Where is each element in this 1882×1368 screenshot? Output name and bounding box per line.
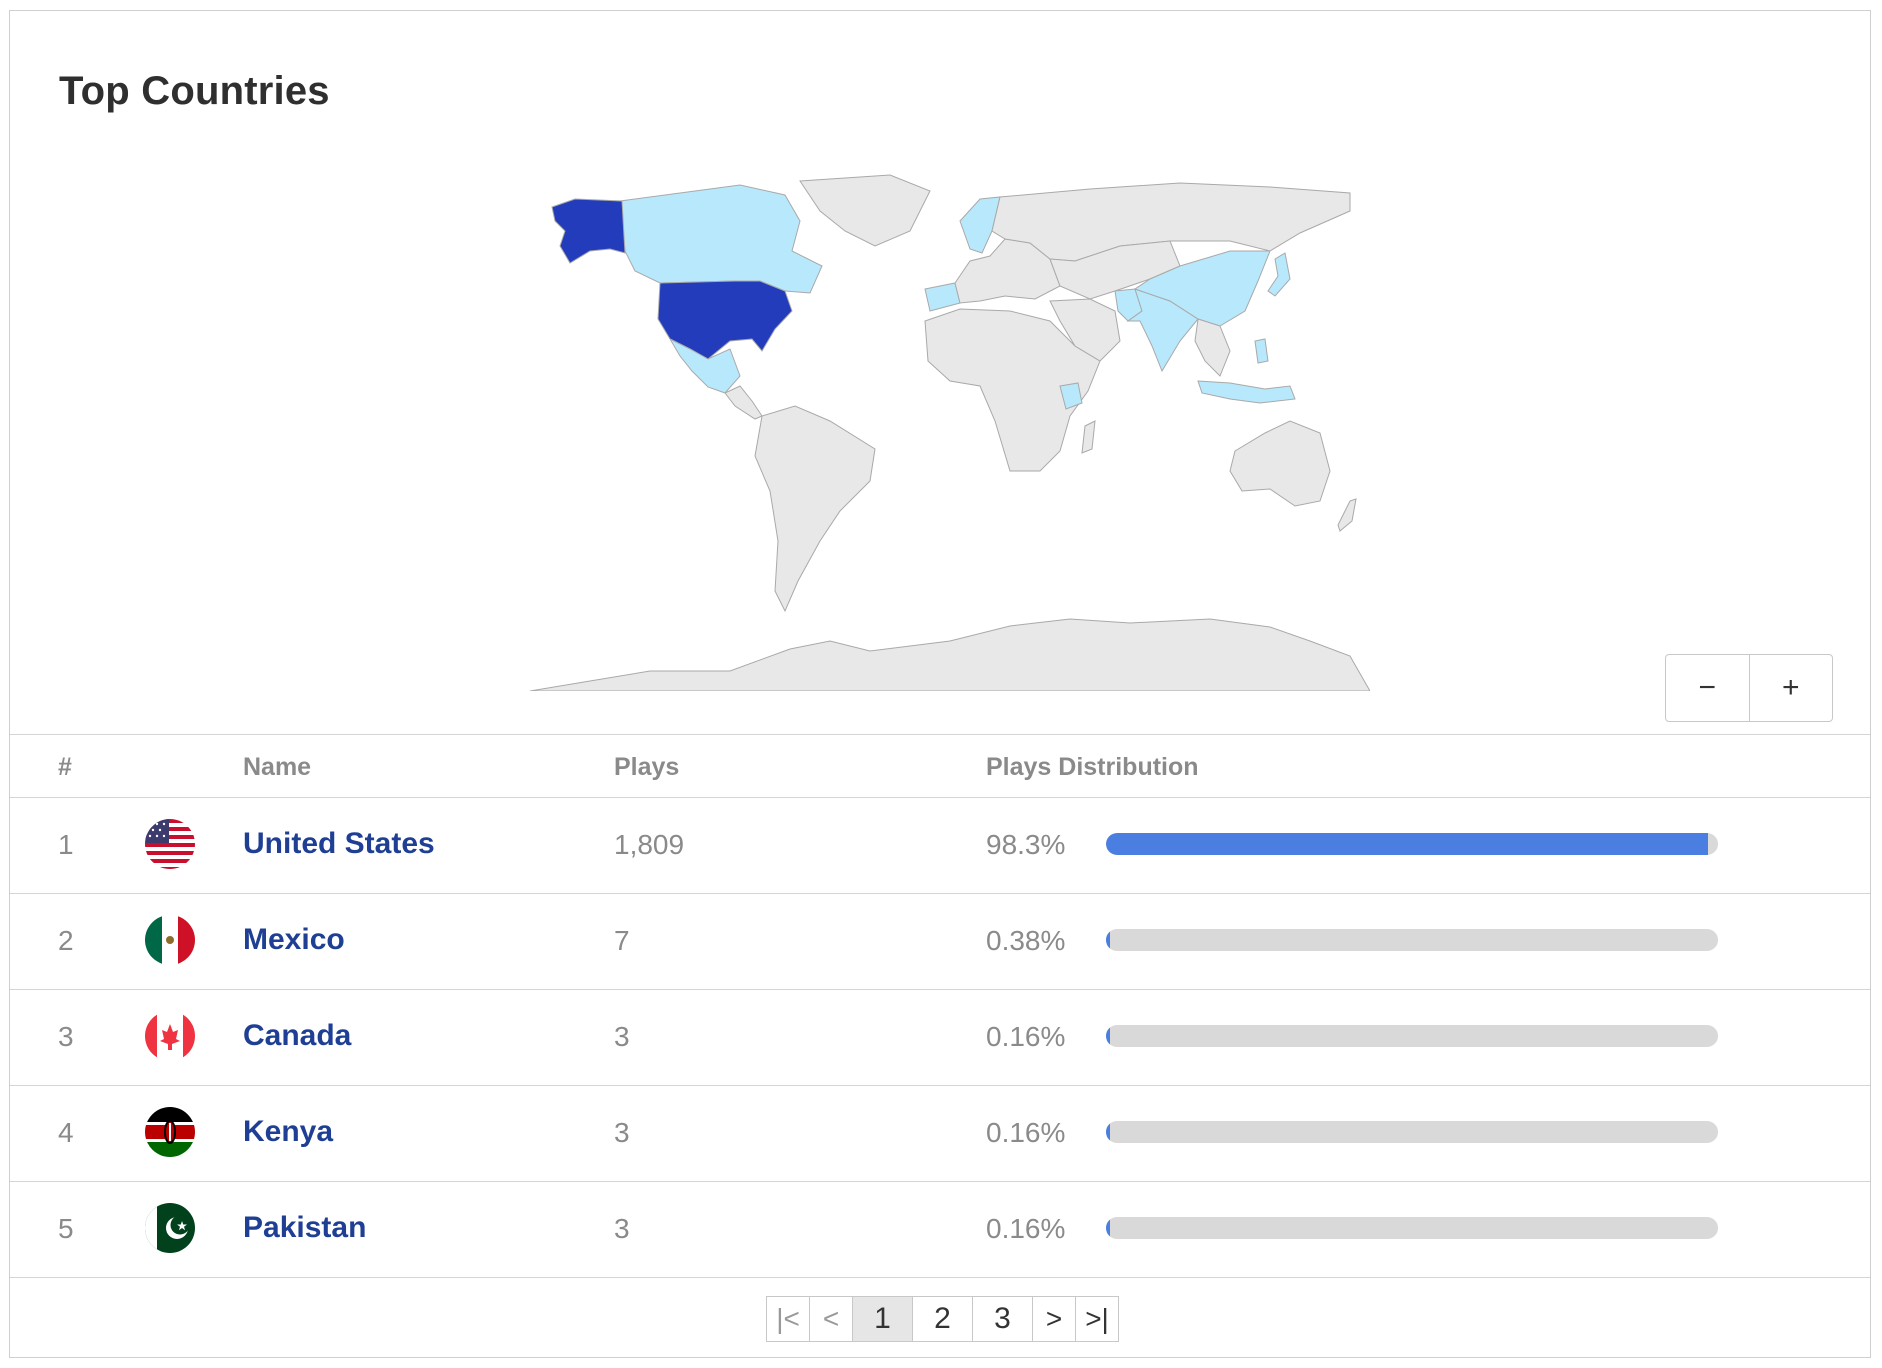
- distribution-bar: [1106, 1217, 1718, 1239]
- card-title: Top Countries: [59, 69, 330, 113]
- map-iberia[interactable]: [924, 282, 961, 312]
- table-row: 4 Kenya 3 0.16%: [10, 1086, 1870, 1182]
- row-rank: 2: [58, 925, 74, 956]
- mexico-flag-icon: [145, 915, 195, 965]
- country-link-kenya[interactable]: Kenya: [243, 1115, 333, 1149]
- distribution-bar: [1106, 833, 1718, 855]
- country-link-canada[interactable]: Canada: [243, 1019, 351, 1053]
- distribution-bar-fill: [1106, 833, 1708, 855]
- page-button-1[interactable]: 1: [853, 1297, 913, 1341]
- row-percent: 98.3%: [986, 829, 1066, 860]
- map-japan[interactable]: [1267, 252, 1291, 297]
- row-rank: 4: [58, 1117, 74, 1148]
- map-madagascar[interactable]: [1081, 420, 1096, 454]
- table-row: 5 Pakistan 3 0.16%: [10, 1182, 1870, 1278]
- table-row: 1 United States 1,809 98.3%: [10, 798, 1870, 894]
- pakistan-flag-icon: [145, 1203, 195, 1253]
- row-percent: 0.16%: [986, 1117, 1066, 1148]
- page-button-2[interactable]: 2: [913, 1297, 973, 1341]
- country-link-united-states[interactable]: United States: [243, 827, 435, 861]
- prev-page-icon[interactable]: <: [810, 1297, 853, 1341]
- map-antarctica[interactable]: [530, 618, 1370, 691]
- distribution-bar: [1106, 929, 1718, 951]
- header-rank: #: [58, 753, 72, 781]
- header-name: Name: [243, 753, 312, 781]
- map-philippines[interactable]: [1254, 338, 1269, 364]
- row-rank: 1: [58, 829, 74, 860]
- row-plays: 1,809: [614, 829, 685, 860]
- map-zoom-control: − +: [1665, 654, 1833, 722]
- table-row: 3 Canada 3 0.16%: [10, 990, 1870, 1086]
- map-canada[interactable]: [619, 184, 823, 294]
- distribution-bar: [1106, 1025, 1718, 1047]
- map-indonesia[interactable]: [1197, 380, 1296, 404]
- map-new-zealand[interactable]: [1337, 498, 1357, 532]
- distribution-bar-fill: [1106, 1217, 1110, 1239]
- row-percent: 0.38%: [986, 925, 1066, 956]
- table-header: # Name Plays Plays Distribution: [10, 734, 1870, 798]
- row-plays: 3: [614, 1117, 630, 1148]
- country-link-pakistan[interactable]: Pakistan: [243, 1211, 366, 1245]
- distribution-bar-fill: [1106, 929, 1110, 951]
- map-southeast-asia[interactable]: [1194, 318, 1231, 377]
- map-alaska[interactable]: [551, 198, 626, 264]
- row-plays: 3: [614, 1021, 630, 1052]
- map-australia[interactable]: [1229, 420, 1331, 507]
- page-button-3[interactable]: 3: [973, 1297, 1033, 1341]
- table-row: 2 Mexico 7 0.38%: [10, 894, 1870, 990]
- row-plays: 7: [614, 925, 630, 956]
- first-page-icon[interactable]: |<: [767, 1297, 810, 1341]
- row-percent: 0.16%: [986, 1213, 1066, 1244]
- world-map-svg[interactable]: [530, 171, 1370, 691]
- world-map[interactable]: [530, 171, 1370, 691]
- zoom-in-button[interactable]: +: [1748, 655, 1833, 721]
- row-plays: 3: [614, 1213, 630, 1244]
- last-page-icon[interactable]: >|: [1076, 1297, 1118, 1341]
- distribution-bar-fill: [1106, 1025, 1110, 1047]
- map-greenland[interactable]: [799, 174, 931, 247]
- kenya-flag-icon: [145, 1107, 195, 1157]
- row-rank: 3: [58, 1021, 74, 1052]
- us-flag-icon: [145, 819, 195, 869]
- map-central-america[interactable]: [724, 385, 763, 420]
- country-link-mexico[interactable]: Mexico: [243, 923, 345, 957]
- countries-table: # Name Plays Plays Distribution 1 United…: [10, 734, 1870, 1278]
- pagination: |< < 1 2 3 > >|: [766, 1296, 1119, 1342]
- canada-flag-icon: [145, 1011, 195, 1061]
- distribution-bar-fill: [1106, 1121, 1110, 1143]
- zoom-out-button[interactable]: −: [1666, 655, 1749, 721]
- header-plays: Plays: [614, 753, 680, 781]
- map-south-america[interactable]: [754, 405, 876, 613]
- header-distribution: Plays Distribution: [986, 753, 1199, 781]
- next-page-icon[interactable]: >: [1033, 1297, 1076, 1341]
- distribution-bar: [1106, 1121, 1718, 1143]
- row-rank: 5: [58, 1213, 74, 1244]
- row-percent: 0.16%: [986, 1021, 1066, 1052]
